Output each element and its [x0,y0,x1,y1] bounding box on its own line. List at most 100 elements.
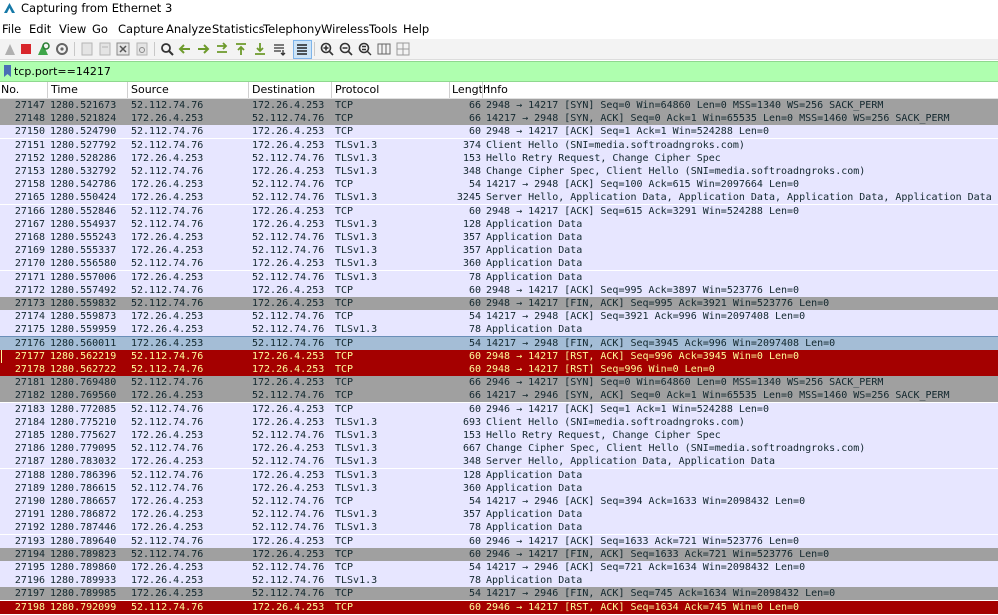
close-file-icon[interactable] [115,41,131,57]
last-packet-icon[interactable] [252,41,268,57]
shark-fin-start-icon[interactable] [2,41,18,57]
display-filter-input[interactable] [14,63,994,79]
menu-analyze[interactable]: Analyze [166,22,211,36]
menu-edit[interactable]: Edit [29,22,51,36]
packet-source: 52.112.74.76 [131,126,204,138]
resize-columns-icon[interactable] [376,41,392,57]
packet-row[interactable]: 27147 1280.521673 52.112.74.76 172.26.4.253… [0,99,998,112]
first-packet-icon[interactable] [233,41,249,57]
packet-row[interactable]: 27172 1280.557492 52.112.74.76 172.26.4.253… [0,283,998,297]
packet-source: 172.26.4.253 [131,456,204,468]
column-divider[interactable] [47,82,48,98]
packet-row[interactable]: 27195 1280.789860 172.26.4.253 52.112.74.76… [0,561,998,574]
layout-grid-icon[interactable] [395,41,411,57]
packet-length: 54 [468,337,481,349]
main-toolbar [0,39,998,60]
menu-telephony[interactable]: Telephony [263,22,321,36]
colorize-icon[interactable] [293,40,312,59]
packet-length: 348 [462,456,481,468]
packet-number: 27174 [14,311,45,323]
packet-row[interactable]: 27184 1280.775210 52.112.74.76 172.26.4.253… [0,415,998,429]
packet-row[interactable]: 27181 1280.769480 52.112.74.76 172.26.4.253… [0,376,998,390]
packet-row[interactable]: 27196 1280.789933 172.26.4.253 52.112.74.76… [0,574,998,588]
packet-row[interactable]: 27171 1280.557006 172.26.4.253 52.112.74.76… [0,270,998,284]
packet-row[interactable]: 27158 1280.542786 172.26.4.253 52.112.74.76… [0,178,998,192]
reload-icon[interactable] [134,41,150,57]
packet-destination: 52.112.74.76 [252,562,325,573]
packet-source: 52.112.74.76 [131,205,204,217]
menu-wireless[interactable]: Wireless [321,22,369,36]
packet-row[interactable]: 27186 1280.779095 52.112.74.76 172.26.4.253… [0,442,998,456]
menu-go[interactable]: Go [92,22,108,36]
packet-row[interactable]: 27151 1280.527792 52.112.74.76 172.26.4.253… [0,138,998,152]
column-header-time[interactable]: Time [51,83,78,97]
zoom-in-icon[interactable] [319,41,335,57]
packet-row[interactable]: 27153 1280.532792 52.112.74.76 172.26.4.253… [0,165,998,178]
packet-row[interactable]: 27185 1280.775627 172.26.4.253 52.112.74.76… [0,429,998,442]
packet-row[interactable]: 27165 1280.550424 172.26.4.253 52.112.74.76… [0,191,998,205]
jump-icon[interactable] [214,41,230,57]
packet-protocol: TLSv1.3 [335,575,378,587]
packet-row[interactable]: 27187 1280.783032 172.26.4.253 52.112.74.76… [0,455,998,469]
autoscroll-icon[interactable] [271,41,287,57]
find-icon[interactable] [159,41,175,57]
column-header-no[interactable]: No. [1,83,19,97]
packet-row[interactable]: 27194 1280.789823 52.112.74.76 172.26.4.253… [0,547,998,561]
packet-row[interactable]: 27167 1280.554937 52.112.74.76 172.26.4.253… [0,217,998,231]
packet-row[interactable]: 27177 1280.562219 52.112.74.76 172.26.4.253… [0,349,998,363]
packet-row[interactable]: 27175 1280.559959 172.26.4.253 52.112.74.76… [0,323,998,337]
packet-row[interactable]: 27189 1280.786615 52.112.74.76 172.26.4.253… [0,481,998,495]
menu-help[interactable]: Help [403,22,429,36]
normal-size-icon[interactable] [357,41,373,57]
packet-list[interactable]: 27147 1280.521673 52.112.74.76 172.26.4.253… [0,99,998,615]
packet-row[interactable]: 27150 1280.524790 52.112.74.76 172.26.4.253… [0,125,998,139]
column-header-length[interactable]: Length [452,83,490,97]
options-gear-icon[interactable] [54,41,70,57]
zoom-out-icon[interactable] [338,41,354,57]
packet-row[interactable]: 27190 1280.786657 172.26.4.253 52.112.74.76… [0,495,998,508]
forward-arrow-icon[interactable] [195,41,211,57]
packet-row[interactable]: 27169 1280.555337 172.26.4.253 52.112.74.76… [0,244,998,258]
column-header-info[interactable]: Info [487,83,508,97]
packet-row[interactable]: 27176 1280.560011 172.26.4.253 52.112.74.76… [0,335,998,351]
column-divider[interactable] [331,82,332,98]
column-header-source[interactable]: Source [131,83,169,97]
packet-row[interactable]: 27191 1280.786872 172.26.4.253 52.112.74.76… [0,508,998,522]
back-arrow-icon[interactable] [177,41,193,57]
packet-row[interactable]: 27198 1280.792099 52.112.74.76 172.26.4.253… [0,600,998,614]
stop-icon[interactable] [18,41,34,57]
packet-row[interactable]: 27197 1280.789985 172.26.4.253 52.112.74.76… [0,587,998,601]
menu-tools[interactable]: Tools [369,22,397,36]
column-divider[interactable] [449,82,450,98]
packet-row[interactable]: 27173 1280.559832 52.112.74.76 172.26.4.253… [0,297,998,310]
packet-row[interactable]: 27193 1280.789640 52.112.74.76 172.26.4.253… [0,534,998,548]
packet-row[interactable]: 27174 1280.559873 172.26.4.253 52.112.74.76… [0,310,998,324]
packet-row[interactable]: 27182 1280.769560 172.26.4.253 52.112.74.76… [0,389,998,403]
column-divider[interactable] [127,82,128,98]
packet-row[interactable]: 27170 1280.556580 52.112.74.76 172.26.4.253… [0,257,998,271]
open-file-icon[interactable] [79,41,95,57]
packet-protocol: TCP [335,390,354,402]
packet-destination: 172.26.4.253 [252,100,325,111]
menu-statistics[interactable]: Statistics [212,22,265,36]
menu-capture[interactable]: Capture [118,22,164,36]
column-header-protocol[interactable]: Protocol [335,83,379,97]
column-divider[interactable] [248,82,249,98]
column-header-destination[interactable]: Destination [252,83,315,97]
packet-number: 27173 [14,298,45,309]
filter-bookmark-icon[interactable] [3,64,12,78]
packet-row[interactable]: 27166 1280.552846 52.112.74.76 172.26.4.253… [0,204,998,218]
packet-row[interactable]: 27183 1280.772085 52.112.74.76 172.26.4.253… [0,402,998,416]
column-divider[interactable] [482,82,483,98]
packet-row[interactable]: 27148 1280.521824 172.26.4.253 52.112.74.76… [0,112,998,126]
packet-row[interactable]: 27178 1280.562722 52.112.74.76 172.26.4.253… [0,363,998,376]
packet-time: 1280.554937 [50,218,117,230]
packet-row[interactable]: 27152 1280.528286 172.26.4.253 52.112.74.76… [0,151,998,165]
menu-file[interactable]: File [2,22,21,36]
save-file-icon[interactable] [97,41,113,57]
packet-row[interactable]: 27168 1280.555243 172.26.4.253 52.112.74.76… [0,231,998,244]
packet-row[interactable]: 27192 1280.787446 172.26.4.253 52.112.74.76… [0,521,998,535]
packet-row[interactable]: 27188 1280.786396 52.112.74.76 172.26.4.253… [0,468,998,482]
menu-view[interactable]: View [59,22,86,36]
restart-icon[interactable] [35,41,51,57]
